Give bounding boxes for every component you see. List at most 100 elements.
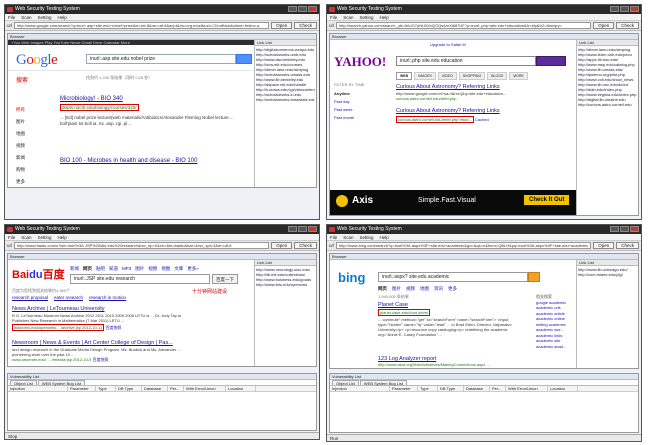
menu-setting[interactable]: Setting [38, 234, 52, 240]
col-header[interactable]: Per... [490, 386, 506, 391]
nav-item[interactable]: 视频 [406, 286, 415, 292]
related-link[interactable]: eater research [54, 295, 83, 300]
filter-anytime[interactable]: Anytime [334, 90, 354, 98]
menu-scan[interactable]: Scan [21, 234, 31, 240]
open-button[interactable]: Open [593, 242, 615, 249]
tab-bug-list[interactable]: WEB System Bug List [359, 380, 408, 386]
maximize-button[interactable] [298, 6, 307, 12]
link-item[interactable]: http://www.letu.edu/opencms [256, 282, 315, 287]
nav-item[interactable]: 视频 [148, 266, 157, 272]
col-header[interactable]: Location [226, 386, 256, 391]
tab-shopping[interactable]: SHOPPING [458, 72, 486, 80]
col-header[interactable]: Parameter [390, 386, 418, 391]
search-input[interactable]: inurl:.asp site.edu nobel prize [86, 54, 236, 64]
check-button[interactable]: Check [294, 242, 317, 249]
minimize-button[interactable] [610, 226, 619, 232]
nav-item[interactable]: 地图 [420, 286, 429, 292]
col-header[interactable]: Type [418, 386, 438, 391]
col-header[interactable]: Type [96, 386, 116, 391]
close-button[interactable] [630, 226, 639, 232]
col-header[interactable]: With Error/Union [506, 386, 548, 391]
menu-setting[interactable]: Setting [360, 14, 374, 20]
col-header[interactable]: DB Type [116, 386, 142, 391]
tab-more[interactable]: MORE [509, 72, 528, 80]
filter-day[interactable]: Past day [334, 98, 354, 106]
url-input[interactable]: http://www.bing.com/search?q=inurl%3A.as… [336, 242, 592, 249]
nav-item[interactable]: MP3 [122, 266, 131, 272]
result-title[interactable]: News Archive | LeTourneau University [12, 306, 190, 312]
menu-help[interactable]: Help [380, 234, 389, 240]
maximize-button[interactable] [620, 6, 629, 12]
related-link[interactable]: academic acad... [536, 344, 580, 350]
open-button[interactable]: Open [593, 22, 615, 29]
nav-item[interactable]: 资讯 [434, 286, 443, 292]
axis-ad-banner[interactable]: Axis Simple.Fast.Visual Check It Out [330, 190, 580, 215]
result-2-title[interactable]: BIO 100 - Microbes in health and disease… [60, 158, 197, 164]
search-button[interactable] [528, 272, 540, 282]
filter-week[interactable]: Past week [334, 106, 354, 114]
result-title[interactable]: Newsroom | News & Events | Art Center Co… [12, 340, 190, 346]
ad-cta-button[interactable]: Check It Out [524, 195, 570, 205]
check-button[interactable]: Check [294, 22, 317, 29]
promo-text[interactable]: 十分钟网站建设 [192, 288, 227, 295]
col-header[interactable]: Injection [330, 386, 390, 391]
tab-object-list[interactable]: Object List [10, 380, 37, 386]
col-header[interactable]: DB Type [438, 386, 464, 391]
related-link[interactable]: research in motion [89, 295, 126, 300]
snapshot-link[interactable]: 百度快照 [105, 325, 121, 330]
tab-blogs[interactable]: BLOGS [487, 72, 508, 80]
link-item[interactable]: http://scholarworks.bosestate.edu [256, 97, 315, 102]
nav-item[interactable]: 网页 [378, 286, 387, 292]
related-link[interactable]: research proposal [12, 295, 48, 300]
col-header[interactable]: With Error/Union [184, 386, 226, 391]
minimize-button[interactable] [288, 226, 297, 232]
cached-link[interactable]: Cached [475, 117, 489, 122]
nav-images[interactable]: 图片 [16, 116, 25, 128]
tab-web[interactable]: WEB [396, 72, 413, 80]
menu-file[interactable]: File [8, 234, 15, 240]
menu-scan[interactable]: Scan [21, 14, 31, 20]
col-header[interactable]: Per... [168, 386, 184, 391]
url-input[interactable]: http://www.google.com/search?q=inurl:.as… [14, 22, 270, 29]
tab-video[interactable]: VIDEO [437, 72, 457, 80]
nav-item[interactable]: 更多 [448, 286, 457, 292]
open-button[interactable]: Open [271, 22, 293, 29]
close-button[interactable] [308, 6, 317, 12]
filter-month[interactable]: Past month [334, 114, 354, 122]
check-button[interactable]: Check [616, 22, 639, 29]
close-button[interactable] [630, 6, 639, 12]
result-title[interactable]: Curious About Astronomy? Referring Links [396, 108, 576, 114]
nav-shopping[interactable]: 购物 [16, 164, 25, 176]
check-button[interactable]: Check [616, 242, 639, 249]
menu-scan[interactable]: Scan [343, 234, 353, 240]
menu-help[interactable]: Help [380, 14, 389, 20]
open-button[interactable]: Open [271, 242, 293, 249]
search-button[interactable] [536, 56, 566, 66]
nav-news[interactable]: 新闻 [16, 152, 25, 164]
menu-help[interactable]: Help [58, 234, 67, 240]
maximize-button[interactable] [620, 226, 629, 232]
search-input[interactable]: inurl:.aspx? site.edu academic [378, 272, 528, 282]
result-title[interactable]: Microbiology! - BIO 340 [60, 96, 250, 102]
tab-object-list[interactable]: Object List [332, 380, 359, 386]
col-header[interactable]: Injection [8, 386, 68, 391]
menu-file[interactable]: File [330, 14, 337, 20]
col-header[interactable]: Location [548, 386, 578, 391]
search-button[interactable] [236, 54, 252, 64]
url-input[interactable]: http://www.baidu.com/s?wd=inurl%3A.JSP%2… [14, 242, 270, 249]
col-header[interactable]: Parameter [68, 386, 96, 391]
menu-file[interactable]: File [330, 234, 337, 240]
minimize-button[interactable] [610, 6, 619, 12]
menu-help[interactable]: Help [58, 14, 67, 20]
nav-item[interactable]: 知道 [109, 266, 118, 272]
minimize-button[interactable] [288, 6, 297, 12]
nav-item[interactable]: 更多» [187, 266, 199, 272]
nav-item[interactable]: 文库 [174, 266, 183, 272]
nav-maps[interactable]: 地图 [16, 128, 25, 140]
nav-all[interactable]: 所有 [16, 104, 25, 116]
link-item[interactable]: http://com.miami.edu/plg/ [578, 272, 637, 277]
tab-images[interactable]: IMAGES [414, 72, 436, 80]
menu-setting[interactable]: Setting [38, 14, 52, 20]
link-item[interactable]: http://curious.astro.cornell.edu [578, 102, 637, 107]
upgrade-link[interactable]: Upgrade to Safari 6! [430, 42, 466, 47]
